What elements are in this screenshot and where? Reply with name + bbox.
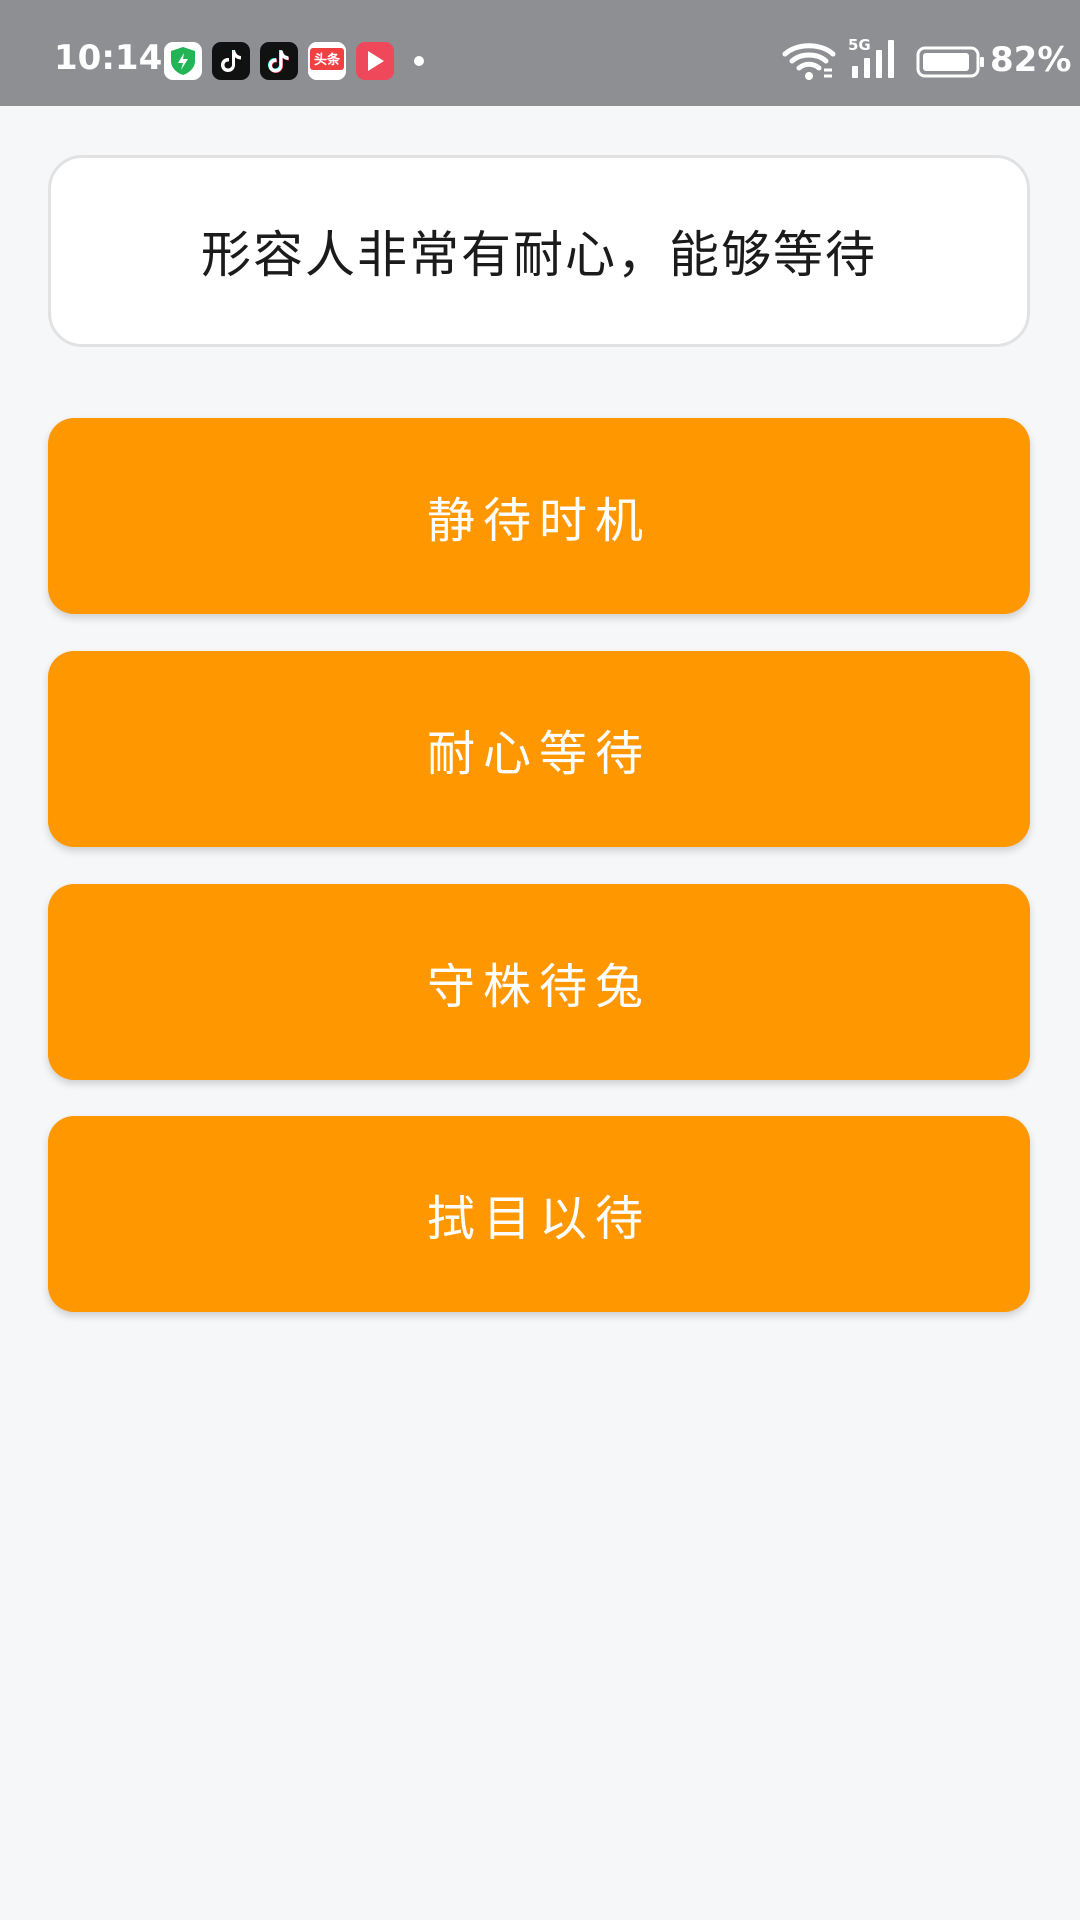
option-label: 静待时机 <box>426 493 651 549</box>
wifi-icon <box>782 43 836 80</box>
status-time: 10:14 <box>54 38 163 78</box>
question-card: 形容人非常有耐心，能够等待 <box>48 155 1030 347</box>
battery-percentage: 82% <box>990 40 1072 80</box>
option-button-3[interactable]: 守株待兔 <box>48 884 1030 1080</box>
notification-icons: 头条 <box>164 42 424 80</box>
option-button-4[interactable]: 拭目以待 <box>48 1116 1030 1312</box>
notification-dot <box>414 56 424 66</box>
system-status: 5G 82% <box>720 36 1080 84</box>
battery-icon <box>916 46 984 78</box>
video-icon <box>356 42 394 80</box>
douyin-icon <box>212 42 250 80</box>
option-button-2[interactable]: 耐心等待 <box>48 651 1030 847</box>
question-text: 形容人非常有耐心，能够等待 <box>201 226 877 284</box>
option-button-1[interactable]: 静待时机 <box>48 418 1030 614</box>
toutiao-icon: 头条 <box>308 42 346 80</box>
option-label: 守株待兔 <box>426 959 651 1015</box>
network-label: 5G <box>848 36 871 54</box>
security-shield-icon <box>164 42 202 80</box>
signal-5g-icon: 5G <box>848 36 894 78</box>
svg-text:头条: 头条 <box>314 52 341 68</box>
status-bar: 10:14 头条 5G 82% <box>0 0 1080 106</box>
option-label: 耐心等待 <box>426 726 651 782</box>
option-label: 拭目以待 <box>426 1191 651 1247</box>
douyin-icon <box>260 42 298 80</box>
